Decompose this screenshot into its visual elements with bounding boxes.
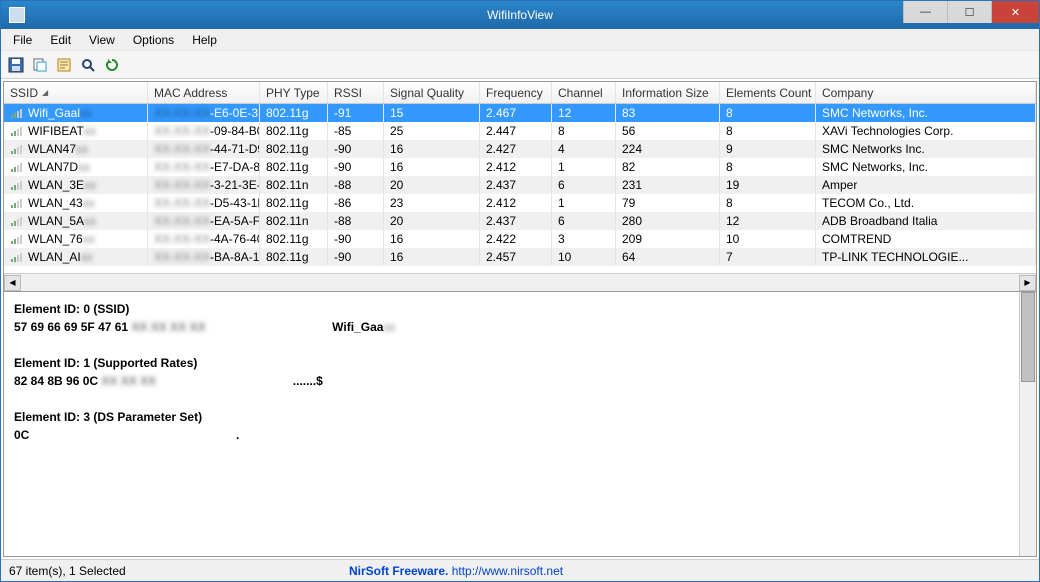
col-rssi[interactable]: RSSI	[328, 82, 384, 103]
content-area: SSID◢ MAC Address PHY Type RSSI Signal Q…	[3, 81, 1037, 557]
vertical-scrollbar[interactable]	[1019, 292, 1036, 556]
app-window: WifiInfoView — ☐ ✕ File Edit View Option…	[0, 0, 1040, 582]
save-icon[interactable]	[7, 56, 25, 74]
refresh-icon[interactable]	[103, 56, 121, 74]
detail-elem3-hex: 0C	[14, 428, 29, 442]
table-row[interactable]: WLAN_3ExxXX-XX-XX-3-21-3E-...802.11n-882…	[4, 176, 1036, 194]
col-sig[interactable]: Signal Quality	[384, 82, 480, 103]
detail-elem0-ascii: Wifi_Gaa	[332, 320, 383, 334]
menu-options[interactable]: Options	[125, 30, 182, 50]
detail-elem0-hex: 57 69 66 69 5F 47 61	[14, 320, 128, 334]
table-row[interactable]: WLAN_AIxxXX-XX-XX-BA-8A-14802.11g-90162.…	[4, 248, 1036, 266]
col-comp[interactable]: Company	[816, 82, 1036, 103]
menu-file[interactable]: File	[5, 30, 40, 50]
toolbar	[1, 51, 1039, 79]
window-title: WifiInfoView	[487, 8, 553, 22]
col-mac[interactable]: MAC Address	[148, 82, 260, 103]
titlebar[interactable]: WifiInfoView — ☐ ✕	[1, 1, 1039, 29]
scroll-left-button[interactable]: ◀	[4, 275, 21, 291]
scroll-thumb[interactable]	[1021, 292, 1035, 382]
col-info[interactable]: Information Size	[616, 82, 720, 103]
detail-elem1-title: Element ID: 1 (Supported Rates)	[14, 356, 197, 370]
col-ssid[interactable]: SSID◢	[4, 82, 148, 103]
sort-indicator-icon: ◢	[42, 88, 48, 97]
detail-elem3-title: Element ID: 3 (DS Parameter Set)	[14, 410, 202, 424]
col-phy[interactable]: PHY Type	[260, 82, 328, 103]
table-row[interactable]: WLAN_43xxXX-XX-XX-D5-43-1E802.11g-86232.…	[4, 194, 1036, 212]
grid-header: SSID◢ MAC Address PHY Type RSSI Signal Q…	[4, 82, 1036, 104]
detail-elem0-hex-blur: XX XX XX XX	[131, 320, 205, 334]
menubar: File Edit View Options Help	[1, 29, 1039, 51]
status-count: 67 item(s), 1 Selected	[1, 564, 341, 578]
menu-edit[interactable]: Edit	[42, 30, 79, 50]
status-brand: NirSoft Freeware. http://www.nirsoft.net	[341, 564, 571, 578]
col-chan[interactable]: Channel	[552, 82, 616, 103]
table-row[interactable]: WLAN47xxXX-XX-XX-44-71-D9802.11g-90162.4…	[4, 140, 1036, 158]
find-icon[interactable]	[79, 56, 97, 74]
close-button[interactable]: ✕	[991, 1, 1039, 23]
detail-elem1-hex-blur: XX XX XX	[101, 374, 156, 388]
minimize-button[interactable]: —	[903, 1, 947, 23]
detail-elem1-ascii: .......$	[293, 374, 323, 388]
window-controls: — ☐ ✕	[903, 1, 1039, 29]
properties-icon[interactable]	[55, 56, 73, 74]
detail-elem1-hex: 82 84 8B 96 0C	[14, 374, 98, 388]
grid-rows: Wifi_GaalxxXX-XX-XX-E6-0E-3E802.11g-9115…	[4, 104, 1036, 273]
maximize-button[interactable]: ☐	[947, 1, 991, 23]
nirsoft-link[interactable]: http://www.nirsoft.net	[452, 564, 563, 578]
table-row[interactable]: WLAN7DxxXX-XX-XX-E7-DA-86802.11g-90162.4…	[4, 158, 1036, 176]
col-freq[interactable]: Frequency	[480, 82, 552, 103]
col-elem[interactable]: Elements Count	[720, 82, 816, 103]
copy-icon[interactable]	[31, 56, 49, 74]
menu-view[interactable]: View	[81, 30, 123, 50]
detail-area: Element ID: 0 (SSID) 57 69 66 69 5F 47 6…	[4, 292, 1036, 556]
table-row[interactable]: WIFIBEATxxXX-XX-XX-09-84-B0802.11g-85252…	[4, 122, 1036, 140]
menu-help[interactable]: Help	[184, 30, 225, 50]
table-row[interactable]: Wifi_GaalxxXX-XX-XX-E6-0E-3E802.11g-9115…	[4, 104, 1036, 122]
statusbar: 67 item(s), 1 Selected NirSoft Freeware.…	[1, 559, 1039, 581]
detail-elem3-ascii: .	[236, 428, 239, 442]
table-row[interactable]: WLAN_5AxxXX-XX-XX-EA-5A-FE802.11n-88202.…	[4, 212, 1036, 230]
grid-area: SSID◢ MAC Address PHY Type RSSI Signal Q…	[4, 82, 1036, 292]
table-row[interactable]: WLAN_76xxXX-XX-XX-4A-76-40802.11g-90162.…	[4, 230, 1036, 248]
horizontal-scrollbar[interactable]: ◀ ▶	[4, 273, 1036, 291]
app-icon	[9, 7, 25, 23]
scroll-right-button[interactable]: ▶	[1019, 275, 1036, 291]
detail-elem0-title: Element ID: 0 (SSID)	[14, 302, 129, 316]
